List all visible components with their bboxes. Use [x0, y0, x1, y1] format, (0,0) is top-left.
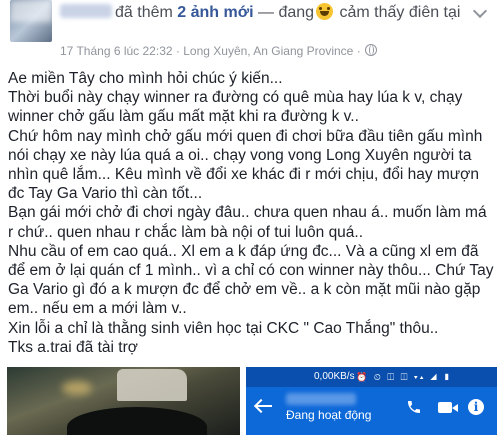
post-paragraph: Thời buổi này chạy winner ra đường có qu… [8, 89, 463, 126]
photo-messenger-screenshot[interactable]: 0,00KB/s ⏰ ⏲ ◫ ◫ ▾▴ ◢ ▮ Đang hoạt động i [246, 367, 497, 435]
post-paragraph: Chứ hôm nay mình chở gấu mới quen đi chơ… [8, 127, 483, 203]
phone-speed: 0,00KB/s [314, 371, 355, 382]
post-paragraph: Bạn gái mới chở đi chơi ngày đâu.. chưa … [8, 204, 487, 241]
author-name-blurred[interactable] [60, 4, 112, 18]
phone-signal-icons: ⏰ ⏲ ◫ ◫ ▾▴ ◢ ▮ [356, 372, 453, 382]
messenger-header: Đang hoạt động i [246, 387, 497, 435]
grinning-emoji-icon [316, 3, 334, 20]
post-location[interactable]: Long Xuyên, An Giang Province [183, 44, 353, 58]
avatar[interactable] [10, 0, 52, 42]
feeling-text: cảm thấy điên tại [339, 4, 461, 21]
post-paragraph: Xin lỗi a chỉ là thằng sinh viên học tại… [8, 319, 439, 337]
photo-light [62, 381, 92, 395]
post-meta: 17 Tháng 6 lúc 22:32 · Long Xuyên, An Gi… [60, 44, 377, 58]
status-prefix: đã thêm [115, 4, 173, 21]
chevron-down-icon[interactable] [472, 3, 488, 19]
photo-grid: 0,00KB/s ⏰ ⏲ ◫ ◫ ▾▴ ◢ ▮ Đang hoạt động i [0, 367, 497, 435]
added-photos-link[interactable]: 2 ảnh mới [177, 4, 253, 21]
contact-name-blurred [286, 393, 356, 405]
feeling-prefix: — đang [258, 4, 315, 21]
back-arrow-icon [256, 405, 272, 407]
meta-separator: · [175, 44, 180, 58]
presence-status: Đang hoạt động [286, 408, 372, 422]
phone-status-bar: 0,00KB/s ⏰ ⏲ ◫ ◫ ▾▴ ◢ ▮ [246, 367, 497, 387]
post-timestamp[interactable]: 17 Tháng 6 lúc 22:32 [60, 44, 173, 58]
video-camera-icon [438, 402, 458, 413]
info-icon: i [468, 399, 484, 415]
photo-street-night[interactable] [7, 367, 240, 435]
photo-foreground [67, 407, 207, 435]
post-body: Ae miền Tây cho mình hỏi chúc ý kiến... … [8, 69, 494, 357]
photo-car [117, 369, 187, 401]
post-paragraph: Tks a.trai đã tài trợ [8, 338, 138, 356]
post-paragraph: Nhu cầu of em cao quá.. Xl em a k đáp ứn… [8, 242, 494, 318]
phone-icon [408, 401, 420, 413]
post-paragraph: Ae miền Tây cho mình hỏi chúc ý kiến... [8, 70, 283, 87]
status-line: đã thêm 2 ảnh mới — đang cảm thấy điên t… [115, 3, 460, 22]
meta-separator: · [356, 44, 361, 58]
globe-icon[interactable] [364, 44, 377, 56]
post-header: đã thêm 2 ảnh mới — đang cảm thấy điên t… [0, 0, 497, 60]
